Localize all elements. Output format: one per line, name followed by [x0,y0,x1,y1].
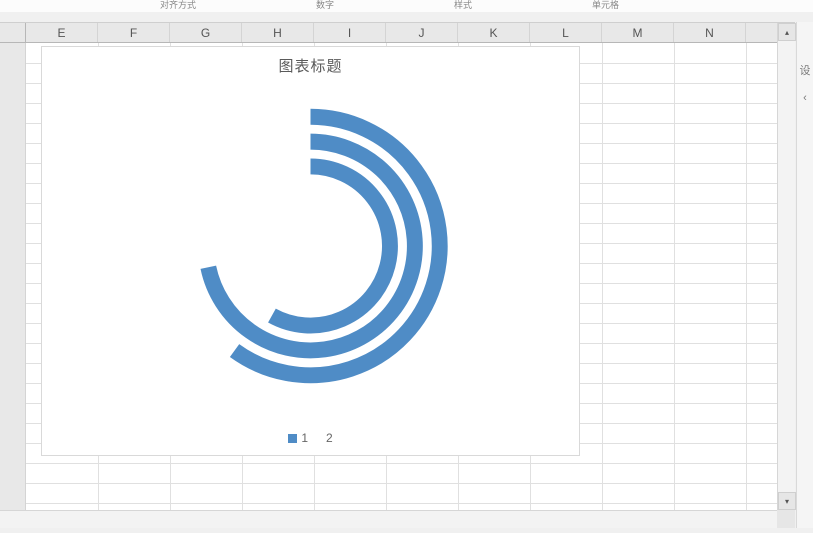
row-header-gutter[interactable] [0,43,26,510]
chart-plot-area[interactable] [42,77,579,415]
chart-legend[interactable]: 1 2 [42,431,579,445]
task-pane-label: 设 [797,62,813,78]
column-header[interactable]: N [674,23,746,42]
triangle-down-icon: ▾ [785,497,789,506]
scroll-corner [777,510,795,528]
legend-entry[interactable]: 1 [288,431,308,445]
ribbon-group-labels: 对齐方式 数字 样式 单元格 [0,0,813,12]
column-header[interactable]: G [170,23,242,42]
chart-svg [42,77,579,415]
worksheet-area: E F G H I J K L M N [0,22,795,528]
ribbon-label: 单元格 [592,0,619,10]
column-header[interactable]: J [386,23,458,42]
scroll-up-button[interactable]: ▴ [778,23,796,41]
column-header[interactable]: M [602,23,674,42]
legend-entry[interactable]: 2 [326,431,333,445]
legend-label: 1 [301,431,308,445]
vertical-scrollbar[interactable]: ▴ ▾ [777,23,795,510]
task-pane-collapsed[interactable]: 设 ‹ [796,22,813,528]
column-header[interactable]: H [242,23,314,42]
chart-object[interactable]: 图表标题 1 [41,46,580,456]
triangle-up-icon: ▴ [785,28,789,37]
horizontal-scrollbar[interactable] [0,510,777,528]
scroll-down-button[interactable]: ▾ [778,492,796,510]
ring-inner [272,166,390,325]
column-header[interactable]: L [530,23,602,42]
legend-swatch-icon [288,434,297,443]
ribbon-label: 对齐方式 [160,0,196,10]
column-header[interactable]: I [314,23,386,42]
column-headers: E F G H I J K L M N [26,23,777,43]
legend-label: 2 [326,431,333,445]
ribbon-label: 数字 [316,0,334,10]
column-header[interactable]: E [26,23,98,42]
chevron-left-icon: ‹ [797,92,813,104]
chart-title[interactable]: 图表标题 [42,55,579,76]
ribbon-label: 样式 [454,0,472,10]
column-header[interactable]: K [458,23,530,42]
column-header[interactable]: F [98,23,170,42]
cell-grid[interactable]: 图表标题 1 [26,43,777,510]
select-all-corner[interactable] [0,23,26,43]
